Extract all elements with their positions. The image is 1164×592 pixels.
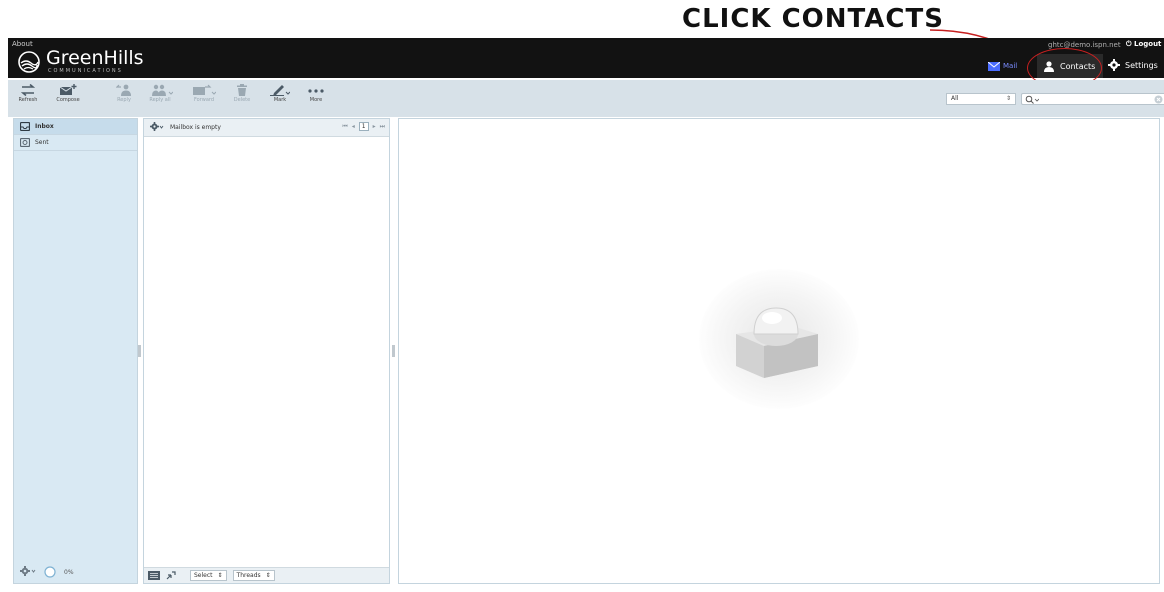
filter-value: All <box>951 95 959 102</box>
last-page-icon[interactable]: ⏭ <box>380 123 385 131</box>
page-root: CLICK CONTACTS About GreenHills COMMUNIC… <box>0 0 1164 592</box>
folder-actions-button[interactable] <box>20 566 36 578</box>
logout-button[interactable]: ⏻ Logout <box>1126 40 1161 49</box>
mailbox-status: Mailbox is empty <box>170 124 221 131</box>
refresh-icon <box>21 84 35 96</box>
reply-all-icon <box>152 84 173 96</box>
quota-label: 0% <box>64 568 74 576</box>
nav-mail-label: Mail <box>1003 62 1018 70</box>
preview-pane <box>398 118 1160 584</box>
mail-toolbar: Refresh Compose Reply Reply all Forward … <box>8 80 1164 117</box>
reply-all-label: Reply all <box>149 97 171 103</box>
search-icon[interactable] <box>1025 95 1039 104</box>
message-list-header: Mailbox is empty ⏮ ◂ 1 ▸ ⏭ <box>144 119 389 137</box>
brand-logo-icon <box>18 51 40 73</box>
threads-dropdown[interactable]: Threads ⇕ <box>232 570 275 581</box>
select-arrows-icon: ⇕ <box>217 572 223 579</box>
list-view-icon[interactable] <box>148 571 160 580</box>
list-splitter[interactable] <box>392 345 395 357</box>
list-options-button[interactable] <box>150 122 164 133</box>
reply-all-button[interactable]: Reply all <box>142 84 178 103</box>
first-page-icon[interactable]: ⏮ <box>342 123 347 131</box>
refresh-label: Refresh <box>18 97 38 103</box>
sent-icon <box>20 138 30 147</box>
trash-icon <box>237 84 247 96</box>
clear-search-icon[interactable] <box>1154 95 1163 104</box>
roundcube-watermark-icon <box>736 307 818 378</box>
folder-label-sent: Sent <box>35 139 49 146</box>
folder-label-inbox: Inbox <box>35 123 54 130</box>
mark-label: Mark <box>273 97 287 103</box>
reply-button[interactable]: Reply <box>106 84 142 103</box>
select-arrows-icon: ⇕ <box>265 572 271 579</box>
forward-label: Forward <box>193 97 215 103</box>
filter-select[interactable]: All ⇕ <box>946 93 1016 105</box>
gear-menu-icon <box>20 566 36 576</box>
brand-subtitle: COMMUNICATIONS <box>48 68 123 74</box>
compose-icon <box>59 84 77 95</box>
mark-button[interactable]: Mark <box>262 84 298 103</box>
reply-label: Reply <box>117 97 131 103</box>
nav-settings-button[interactable]: Settings <box>1108 57 1158 73</box>
brand-name: GreenHills <box>46 47 144 69</box>
folder-splitter[interactable] <box>138 345 141 357</box>
nav-mail-button[interactable]: Mail <box>988 59 1017 73</box>
select-dropdown[interactable]: Select ⇕ <box>190 570 227 581</box>
next-page-icon[interactable]: ▸ <box>373 123 376 130</box>
more-dots-icon <box>308 89 324 93</box>
quota-indicator-icon <box>44 566 56 578</box>
compose-label: Compose <box>56 97 80 103</box>
forward-icon <box>193 84 216 95</box>
header-bar: About GreenHills COMMUNICATIONS ghtc@dem… <box>8 38 1164 78</box>
refresh-button[interactable]: Refresh <box>10 84 46 103</box>
select-arrows-icon: ⇕ <box>1005 95 1011 102</box>
prev-page-icon[interactable]: ◂ <box>352 123 355 130</box>
folder-item-sent[interactable]: Sent <box>14 135 137 151</box>
folder-list: Inbox Sent 0% <box>13 118 138 584</box>
delete-button[interactable]: Delete <box>224 84 260 103</box>
nav-settings-label: Settings <box>1125 60 1158 70</box>
threads-expand-icon[interactable] <box>166 571 176 580</box>
inbox-icon <box>20 122 30 131</box>
select-dropdown-label: Select <box>194 572 213 579</box>
compose-button[interactable]: Compose <box>50 84 86 103</box>
threads-dropdown-label: Threads <box>236 572 261 579</box>
mark-pencil-icon <box>270 85 290 96</box>
pagination: ⏮ ◂ 1 ▸ ⏭ <box>342 122 385 131</box>
about-link[interactable]: About <box>12 40 33 48</box>
forward-button[interactable]: Forward <box>186 84 222 103</box>
more-button[interactable]: More <box>298 84 334 103</box>
folders-footer: 0% <box>14 561 137 583</box>
power-icon: ⏻ <box>1126 40 1132 48</box>
page-number-input[interactable]: 1 <box>358 122 369 131</box>
message-list: Mailbox is empty ⏮ ◂ 1 ▸ ⏭ Select ⇕ Thre… <box>143 118 390 584</box>
folder-item-inbox[interactable]: Inbox <box>14 119 137 135</box>
gear-icon <box>1108 59 1120 71</box>
logout-label: Logout <box>1133 40 1162 48</box>
more-label: More <box>309 97 323 103</box>
mail-icon <box>988 61 1000 71</box>
search-input[interactable] <box>1021 93 1164 105</box>
reply-icon <box>116 84 131 96</box>
delete-label: Delete <box>233 97 251 103</box>
message-list-footer: Select ⇕ Threads ⇕ <box>144 567 389 583</box>
list-options-gear-icon <box>150 122 164 131</box>
